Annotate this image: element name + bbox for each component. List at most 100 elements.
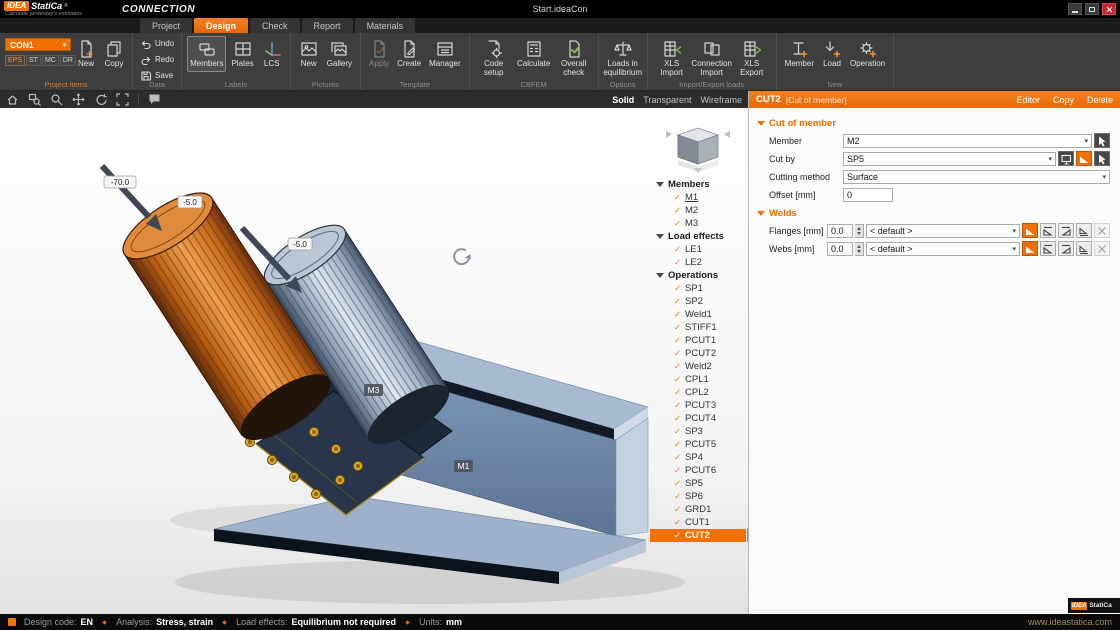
check-icon[interactable]: ✓ — [674, 192, 685, 203]
show-on-screen-button[interactable] — [1058, 151, 1074, 166]
tree-item-m2[interactable]: ✓M2 — [650, 204, 746, 217]
tree-item-cut2-selected[interactable]: ✓CUT2 — [650, 529, 746, 542]
web-weld-active-type-button[interactable] — [1022, 241, 1038, 256]
tree-item-le2[interactable]: ✓LE2 — [650, 256, 746, 269]
tab-project[interactable]: Project — [140, 18, 192, 33]
redo-button[interactable]: Redo — [138, 53, 176, 67]
comment-icon[interactable] — [148, 93, 161, 106]
check-icon[interactable]: ✓ — [674, 205, 685, 216]
view-mode-solid[interactable]: Solid — [612, 95, 634, 105]
step-up-icon[interactable] — [857, 245, 861, 248]
tree-item-weld1[interactable]: ✓Weld1 — [650, 308, 746, 321]
copy-operation-button[interactable]: Copy — [1053, 95, 1074, 105]
check-icon[interactable]: ✓ — [674, 478, 685, 489]
web-weld-size-input[interactable]: 0.0 — [827, 242, 853, 256]
mode-mc-button[interactable]: MC — [42, 55, 59, 66]
zoom-fit-icon[interactable] — [116, 93, 129, 106]
collapse-icon[interactable] — [656, 273, 664, 278]
project-item-selector[interactable]: CON1 ▾ — [5, 38, 71, 51]
check-icon[interactable]: ✓ — [674, 296, 685, 307]
viewport-3d[interactable]: -70.0 -5.0 -5.0 M3 M1 — [0, 108, 748, 614]
pick-cut-entity-button[interactable] — [1094, 151, 1110, 166]
tree-item-pcut2[interactable]: ✓PCUT2 — [650, 347, 746, 360]
check-icon[interactable]: ✓ — [674, 335, 685, 346]
new-picture-button[interactable]: New — [296, 36, 322, 72]
tree-group-operations[interactable]: Operations — [650, 269, 746, 282]
minimize-button[interactable] — [1068, 3, 1082, 15]
step-down-icon[interactable] — [857, 250, 861, 253]
copy-project-item-button[interactable]: Copy — [101, 36, 127, 72]
flange-weld-type-4-button[interactable] — [1094, 223, 1110, 238]
mode-eps-button[interactable]: EPS — [5, 55, 25, 66]
web-weld-material-select[interactable]: < default > ▾ — [866, 242, 1020, 256]
check-icon[interactable]: ✓ — [674, 465, 685, 476]
website-link[interactable]: www.ideastatica.com — [1028, 617, 1112, 627]
scene-3d[interactable]: -70.0 -5.0 -5.0 M3 M1 — [0, 108, 748, 614]
tree-item-m3[interactable]: ✓M3 — [650, 217, 746, 230]
members-labels-button[interactable]: Members — [187, 36, 226, 72]
flange-weld-active-type-button[interactable] — [1022, 223, 1038, 238]
tree-group-load-effects[interactable]: Load effects — [650, 230, 746, 243]
tree-item-cut1[interactable]: ✓CUT1 — [650, 516, 746, 529]
new-load-button[interactable]: Load — [819, 36, 845, 72]
gallery-button[interactable]: Gallery — [324, 36, 355, 72]
check-icon[interactable]: ✓ — [674, 452, 685, 463]
collapse-icon[interactable] — [656, 234, 664, 239]
web-weld-type-1-button[interactable] — [1040, 241, 1056, 256]
new-project-item-button[interactable]: New — [73, 36, 99, 72]
tree-item-sp2[interactable]: ✓SP2 — [650, 295, 746, 308]
tab-materials[interactable]: Materials — [355, 18, 416, 33]
check-icon[interactable]: ✓ — [674, 257, 685, 268]
view-mode-transparent[interactable]: Transparent — [643, 95, 691, 105]
check-icon[interactable]: ✓ — [674, 400, 685, 411]
tree-item-pcut6[interactable]: ✓PCUT6 — [650, 464, 746, 477]
tree-item-sp4[interactable]: ✓SP4 — [650, 451, 746, 464]
pan-icon[interactable] — [72, 93, 85, 106]
offset-input[interactable]: 0 — [843, 188, 893, 202]
template-manager-button[interactable]: Manager — [426, 36, 464, 72]
plates-labels-button[interactable]: Plates — [228, 36, 256, 72]
xls-export-button[interactable]: XLS Export — [733, 36, 771, 80]
loads-in-equilibrium-button[interactable]: Loads in equilibrium — [604, 36, 642, 80]
collapse-icon[interactable] — [656, 182, 664, 187]
web-weld-type-2-button[interactable] — [1058, 241, 1074, 256]
home-view-icon[interactable] — [6, 93, 19, 106]
section-welds[interactable]: Welds — [757, 208, 1110, 219]
tree-item-pcut1[interactable]: ✓PCUT1 — [650, 334, 746, 347]
connection-import-button[interactable]: Connection Import — [693, 36, 731, 80]
view-cube[interactable] — [666, 128, 730, 173]
step-up-icon[interactable] — [857, 227, 861, 230]
calculate-button[interactable]: Calculate — [515, 36, 553, 72]
web-weld-stepper[interactable] — [855, 242, 864, 256]
flange-weld-type-2-button[interactable] — [1058, 223, 1074, 238]
close-button[interactable] — [1102, 3, 1116, 15]
highlight-cut-button[interactable] — [1076, 151, 1092, 166]
tree-item-sp5[interactable]: ✓SP5 — [650, 477, 746, 490]
flange-weld-type-1-button[interactable] — [1040, 223, 1056, 238]
zoom-icon[interactable] — [50, 93, 63, 106]
check-icon[interactable]: ✓ — [674, 439, 685, 450]
tree-item-stiff1[interactable]: ✓STIFF1 — [650, 321, 746, 334]
mode-st-button[interactable]: ST — [26, 55, 41, 66]
tree-item-sp1[interactable]: ✓SP1 — [650, 282, 746, 295]
apply-template-button[interactable]: Apply — [366, 36, 392, 72]
xls-import-button[interactable]: XLS Import — [653, 36, 691, 80]
check-icon[interactable]: ✓ — [674, 517, 685, 528]
check-icon[interactable]: ✓ — [674, 504, 685, 515]
new-operation-button[interactable]: Operation — [847, 36, 888, 72]
step-down-icon[interactable] — [857, 232, 861, 235]
check-icon[interactable]: ✓ — [674, 426, 685, 437]
create-template-button[interactable]: Create — [394, 36, 424, 72]
settings-grid-icon[interactable] — [8, 618, 16, 626]
check-icon[interactable]: ✓ — [674, 374, 685, 385]
rotate-view-icon[interactable] — [94, 93, 107, 106]
tab-report[interactable]: Report — [302, 18, 353, 33]
check-icon[interactable]: ✓ — [674, 348, 685, 359]
web-weld-type-4-button[interactable] — [1094, 241, 1110, 256]
tree-item-cpl1[interactable]: ✓CPL1 — [650, 373, 746, 386]
zoom-window-icon[interactable] — [28, 93, 41, 106]
tree-item-pcut5[interactable]: ✓PCUT5 — [650, 438, 746, 451]
check-icon[interactable]: ✓ — [674, 283, 685, 294]
check-icon[interactable]: ✓ — [674, 491, 685, 502]
check-icon[interactable]: ✓ — [674, 361, 685, 372]
